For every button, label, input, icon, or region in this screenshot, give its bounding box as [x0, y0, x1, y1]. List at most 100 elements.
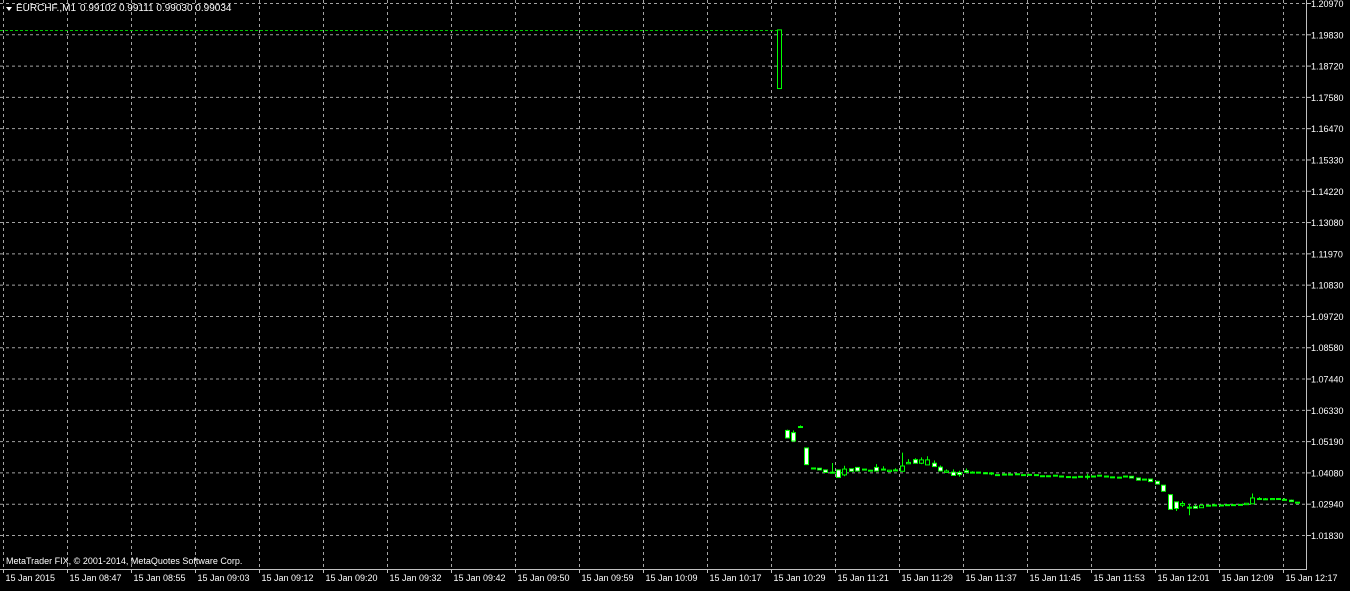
candle-body [1270, 498, 1275, 501]
candle-body [862, 468, 867, 471]
candle [1129, 475, 1134, 479]
candle-body [1091, 475, 1096, 478]
candle [811, 467, 816, 470]
candle-body [983, 472, 988, 475]
candle-body [1097, 474, 1102, 477]
candle-body [1072, 476, 1077, 479]
candle [1015, 473, 1020, 476]
candle [1072, 476, 1077, 479]
candle-body [1142, 478, 1147, 481]
candle-body [811, 467, 816, 470]
time-label: 15 Jan 09:32 [390, 573, 442, 583]
candle-body [951, 471, 956, 476]
candle-body [1193, 505, 1198, 509]
chart-background [0, 0, 1350, 586]
candle [1148, 478, 1153, 483]
candle [1066, 476, 1071, 479]
candle-body [785, 429, 790, 439]
price-label: 1.14220 [1311, 187, 1344, 197]
candle-body [1206, 504, 1211, 507]
candle-body [932, 462, 937, 468]
candle-body [1238, 503, 1243, 506]
time-label: 15 Jan 11:21 [838, 573, 889, 583]
candle [777, 29, 782, 90]
candle-body [881, 468, 886, 471]
time-label: 15 Jan 09:50 [518, 573, 570, 583]
candle-body [842, 468, 847, 476]
candle [1078, 475, 1083, 478]
candle-body [1199, 504, 1204, 509]
candle-body [1219, 504, 1224, 507]
candle-body [1187, 506, 1192, 509]
candle [1168, 494, 1173, 510]
price-label: 1.17580 [1311, 93, 1344, 103]
time-label: 15 Jan 09:20 [326, 573, 378, 583]
triangle-down-icon[interactable] [6, 6, 12, 11]
chart-window[interactable]: 1.20970 1.19830 1.18720 1.17580 1.16470 1.153… [0, 0, 1350, 586]
candle-body [989, 472, 994, 475]
candle [1231, 504, 1236, 507]
candle [1034, 474, 1039, 477]
price-label: 1.11970 [1311, 249, 1343, 259]
candle-body [817, 467, 822, 471]
candle-body [1008, 473, 1013, 476]
candle-body [1085, 475, 1090, 478]
price-chart[interactable]: 1.20970 1.19830 1.18720 1.17580 1.16470 1.153… [0, 0, 1350, 586]
candle [836, 469, 841, 478]
candle-body [1244, 502, 1249, 506]
time-label: 15 Jan 09:42 [454, 573, 506, 583]
candle [1027, 473, 1032, 476]
time-label: 15 Jan 09:12 [262, 573, 314, 583]
candle-body [1117, 476, 1122, 479]
candle-body [874, 466, 879, 472]
candle [1097, 474, 1102, 477]
candle [868, 469, 873, 472]
candle-body [1276, 498, 1281, 501]
candle [1225, 504, 1230, 507]
candle-body [964, 470, 969, 473]
candle-body [919, 459, 924, 464]
candle-body [823, 469, 828, 473]
candle [1206, 504, 1211, 507]
candle-body [1002, 473, 1007, 476]
candle-body [1104, 475, 1109, 478]
candle-body [1129, 475, 1134, 479]
candle-body [957, 471, 962, 476]
candle [1289, 499, 1294, 503]
candle-body [1059, 475, 1064, 478]
candle-body [777, 29, 782, 90]
price-label: 1.08580 [1311, 343, 1344, 353]
candle [995, 474, 1000, 477]
price-label: 1.19830 [1311, 30, 1344, 40]
candle-body [1225, 504, 1230, 507]
candle-body [1174, 501, 1179, 510]
candle [1021, 474, 1026, 477]
candle [817, 467, 822, 471]
price-label: 1.07440 [1311, 375, 1344, 385]
time-label: 15 Jan 12:09 [1222, 573, 1274, 583]
candle [1123, 475, 1128, 478]
candle-body [1078, 475, 1083, 478]
candle [1276, 498, 1281, 501]
candle-body [1168, 494, 1173, 510]
symbol-timeframe: EURCHF.,M1 [16, 3, 77, 14]
candle-body [900, 465, 905, 472]
time-label: 15 Jan 09:59 [582, 573, 634, 583]
candle [849, 468, 854, 472]
candle [1091, 475, 1096, 478]
candle [804, 447, 809, 466]
candle-body [868, 469, 873, 472]
candle-body [1295, 501, 1300, 504]
candle-body [1231, 504, 1236, 507]
candle [1046, 475, 1051, 478]
candle-body [887, 469, 892, 473]
candle-body [1212, 504, 1217, 507]
price-label: 1.06330 [1311, 406, 1344, 416]
candle-body [976, 471, 981, 474]
candle-body [938, 466, 943, 472]
price-label: 1.13080 [1311, 218, 1344, 228]
price-label: 1.15330 [1311, 155, 1344, 165]
chart-title[interactable]: EURCHF.,M1 0.99102 0.99111 0.99030 0.990… [6, 3, 231, 14]
time-label: 15 Jan 12:01 [1158, 573, 1210, 583]
candle-body [1136, 477, 1141, 481]
